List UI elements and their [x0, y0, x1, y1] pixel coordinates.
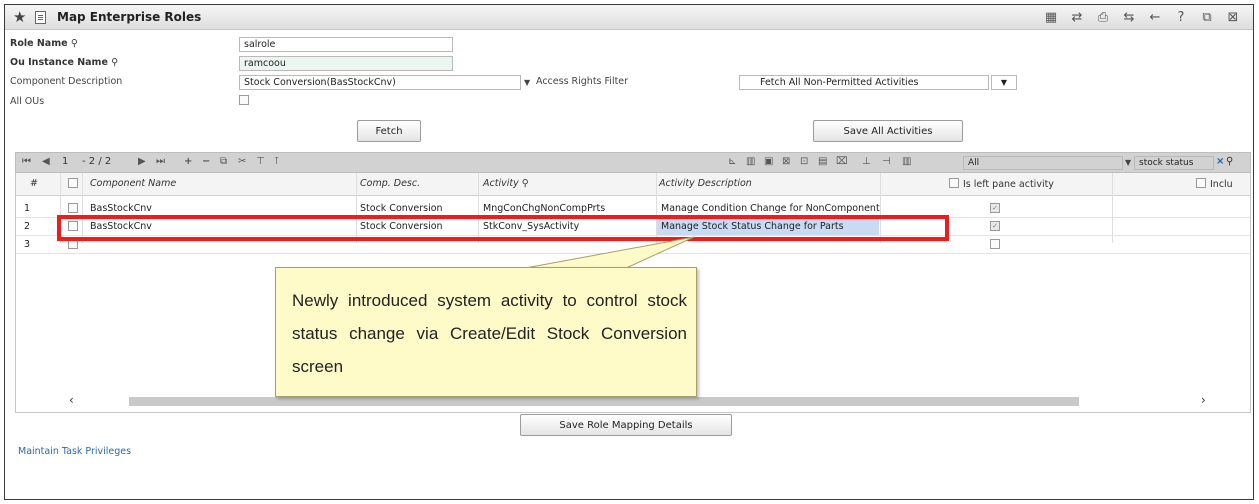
page-title: Map Enterprise Roles [57, 10, 202, 24]
app-window: ★ Map Enterprise Roles ▦ ⇄ ⎙ ⇆ ← ? ⧉ ⊠ R… [4, 4, 1254, 500]
print-icon[interactable]: ⎙ [1093, 9, 1113, 25]
annotation-callout: Newly introduced system activity to cont… [275, 267, 697, 397]
callout-pointer [519, 236, 695, 270]
component-description-select[interactable]: Stock Conversion(BasStockCnv) [239, 75, 521, 90]
back-arrow-icon[interactable]: ← [1145, 9, 1165, 25]
col-header-activity[interactable]: Activity ⚲ [483, 178, 529, 189]
component-description-label: Component Description [10, 76, 123, 87]
page-info: - 2 / 2 [82, 156, 112, 167]
component-name-cell[interactable]: BasStockCnv [90, 203, 152, 214]
scroll-right-icon[interactable]: › [1201, 393, 1206, 407]
chart-icon[interactable]: ⊾ [728, 156, 736, 167]
bar-chart-icon[interactable]: ▥ [746, 156, 755, 167]
columns-icon[interactable]: ▥ [902, 156, 911, 167]
all-ous-checkbox[interactable] [239, 95, 249, 105]
all-ous-label: All OUs [10, 96, 45, 107]
row-number: 3 [24, 239, 31, 250]
scroll-left-icon[interactable]: ‹ [69, 393, 74, 407]
ou-instance-field[interactable]: ramcoou [239, 56, 453, 71]
grid-icon[interactable]: ▦ [1041, 9, 1061, 25]
title-bar: ★ Map Enterprise Roles ▦ ⇄ ⎙ ⇆ ← ? ⧉ ⊠ [5, 5, 1253, 30]
clear-search-icon[interactable]: × [1216, 156, 1224, 167]
left-pane-checkbox[interactable]: ✓ [990, 221, 1000, 231]
chevron-down-icon[interactable]: ▼ [991, 75, 1017, 90]
col-header-include[interactable]: Inclu [1196, 178, 1233, 190]
select-all-checkbox[interactable] [68, 178, 78, 188]
copy-row-icon[interactable]: ⧉ [220, 156, 227, 167]
next-page-icon[interactable]: ▶ [138, 156, 146, 167]
print-grid-icon[interactable]: ▤ [818, 156, 827, 167]
save-grid-icon[interactable]: ▣ [764, 156, 773, 167]
left-pane-checkbox[interactable] [990, 239, 1000, 249]
chevron-down-icon[interactable]: ▼ [1125, 158, 1131, 167]
save-all-activities-button[interactable]: Save All Activities [813, 120, 963, 142]
col-header-comp-desc[interactable]: Comp. Desc. [360, 178, 420, 189]
activity-cell[interactable]: MngConChgNonCompPrts [483, 203, 605, 214]
callout-text: Newly introduced system activity to cont… [292, 291, 687, 376]
activity-description-cell[interactable]: Manage Condition Change for NonComponent [661, 203, 880, 214]
filter-icon[interactable]: ⊤ [256, 156, 265, 167]
shuffle-icon[interactable]: ⇄ [1067, 9, 1087, 25]
clear-filter-icon[interactable]: ⊺ [274, 156, 279, 167]
delete-row-icon[interactable]: − [202, 156, 210, 167]
help-icon[interactable]: ? [1171, 9, 1191, 25]
row-checkbox[interactable] [68, 203, 78, 213]
prev-page-icon[interactable]: ◀ [42, 156, 50, 167]
role-name-field[interactable]: salrole [239, 37, 453, 52]
swap-icon[interactable]: ⇆ [1119, 9, 1139, 25]
xml-icon[interactable]: ⌧ [836, 156, 848, 167]
fetch-button[interactable]: Fetch [357, 120, 421, 142]
last-page-icon[interactable]: ⏭ [156, 156, 165, 167]
first-page-icon[interactable]: ⏮ [22, 156, 31, 167]
grid-search-input[interactable]: stock status [1134, 156, 1214, 170]
search-icon[interactable]: ⚲ [111, 57, 118, 68]
search-icon[interactable]: ⚲ [1226, 156, 1233, 167]
close-window-icon[interactable]: ⊠ [1223, 9, 1243, 25]
page-number[interactable]: 1 [62, 156, 68, 167]
freeze-icon[interactable]: ⊣ [882, 156, 891, 167]
scrollbar-thumb[interactable] [129, 397, 1079, 406]
grid-header: # Component Name Comp. Desc. Activity ⚲ … [16, 173, 1250, 196]
col-header-left-pane[interactable]: Is left pane activity [949, 178, 1054, 190]
access-rights-filter-label: Access Rights Filter [536, 76, 629, 87]
save-role-mapping-button[interactable]: Save Role Mapping Details [520, 414, 732, 436]
access-rights-filter-select[interactable]: Fetch All Non-Permitted Activities [739, 75, 989, 90]
comp-desc-cell[interactable]: Stock Conversion [360, 203, 443, 214]
row-number: 1 [24, 203, 31, 214]
ou-instance-label: Ou Instance Name ⚲ [10, 57, 119, 68]
add-row-icon[interactable]: + [184, 156, 192, 167]
grid-toolbar: ⏮ ◀ 1 - 2 / 2 ▶ ⏭ + − ⧉ ✂ ⊤ ⊺ ⊾ ▥ ▣ ⊠ ⊡ … [15, 152, 1251, 173]
chevron-down-icon[interactable]: ▼ [524, 78, 530, 87]
role-name-label: Role Name ⚲ [10, 38, 78, 49]
col-header-activity-description[interactable]: Activity Description [659, 178, 752, 189]
export-grid-icon[interactable]: ⊡ [800, 156, 808, 167]
document-icon [35, 11, 46, 24]
excel-icon[interactable]: ⊠ [782, 156, 790, 167]
search-icon[interactable]: ⚲ [71, 38, 78, 49]
row-number: 2 [24, 221, 31, 232]
maintain-task-privileges-link[interactable]: Maintain Task Privileges [18, 446, 131, 457]
pin-icon[interactable]: ⊥ [862, 156, 871, 167]
title-toolbar: ▦ ⇄ ⎙ ⇆ ← ? ⧉ ⊠ [1041, 9, 1243, 25]
filter-scope-select[interactable]: All [963, 156, 1123, 170]
cut-icon[interactable]: ✂ [238, 156, 246, 167]
col-header-num: # [30, 178, 38, 189]
col-header-component-name[interactable]: Component Name [90, 178, 176, 189]
search-icon[interactable]: ⚲ [522, 178, 529, 189]
left-pane-checkbox[interactable]: ✓ [990, 203, 1000, 213]
favorite-star-icon[interactable]: ★ [13, 8, 26, 26]
export-icon[interactable]: ⧉ [1197, 9, 1217, 25]
highlight-box [57, 215, 949, 241]
